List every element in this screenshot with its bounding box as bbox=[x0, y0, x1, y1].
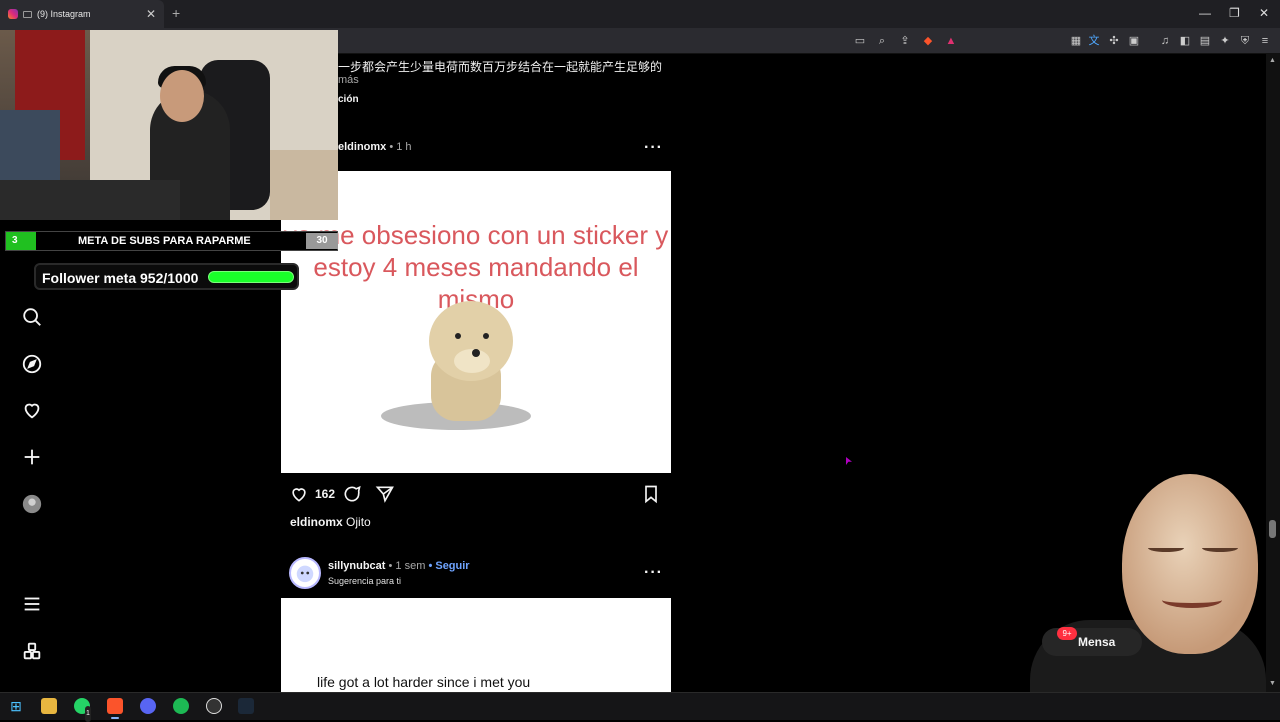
previous-post-caption: 一步都会产生少量电荷而数百万步结合在一起就能产生足够的 bbox=[338, 60, 663, 74]
follower-goal-progress-bar bbox=[208, 271, 294, 283]
post1-header: eldinomx • 1 h bbox=[338, 141, 412, 153]
post1-caption: eldinomx Ojito bbox=[290, 515, 371, 529]
search-icon[interactable] bbox=[20, 305, 44, 329]
discord-icon[interactable] bbox=[140, 698, 156, 714]
create-plus-icon[interactable] bbox=[20, 445, 44, 469]
zoom-icon[interactable]: ⌕ bbox=[874, 33, 890, 49]
browser-tab-bar bbox=[0, 0, 1280, 28]
dog-sticker-image bbox=[381, 301, 531, 430]
scroll-up-icon[interactable]: ▲ bbox=[1269, 57, 1276, 64]
extensions-icon[interactable]: ✣ bbox=[1106, 33, 1122, 49]
post2-avatar[interactable] bbox=[289, 557, 321, 589]
follow-button[interactable]: • Seguir bbox=[425, 560, 469, 572]
post2-header: sillynubcat • 1 sem • Seguir bbox=[328, 560, 470, 572]
messages-label: Mensa bbox=[1078, 635, 1116, 649]
obs-icon[interactable] bbox=[206, 698, 222, 714]
tab-instagram[interactable]: (9) Instagram ✕ bbox=[0, 0, 164, 28]
comment-icon[interactable] bbox=[342, 484, 362, 509]
extension-calendar-icon[interactable]: ▦ bbox=[1068, 33, 1084, 49]
file-explorer-icon[interactable] bbox=[41, 698, 57, 714]
explore-icon[interactable] bbox=[20, 352, 44, 376]
post1-caption-username[interactable]: eldinomx bbox=[290, 515, 343, 529]
scrollbar-thumb[interactable] bbox=[1269, 520, 1276, 538]
spotify-icon[interactable] bbox=[173, 698, 189, 714]
menu-icon[interactable]: ≡ bbox=[1257, 33, 1273, 49]
messages-badge: 9+ bbox=[1057, 627, 1077, 640]
post1-options-icon[interactable]: ··· bbox=[644, 139, 663, 157]
subs-goal-target: 30 bbox=[306, 233, 338, 249]
post2-username[interactable]: sillynubcat bbox=[328, 560, 385, 572]
brave-rewards-icon[interactable]: ▲ bbox=[943, 33, 959, 49]
media-icon[interactable]: ♫ bbox=[1157, 33, 1173, 49]
post2-image-text: life got a lot harder since i met you bbox=[317, 674, 531, 690]
new-tab-button[interactable]: + bbox=[172, 5, 180, 21]
profile-avatar[interactable] bbox=[20, 492, 44, 516]
share-paper-plane-icon[interactable] bbox=[375, 484, 395, 509]
tab-audio-icon[interactable] bbox=[23, 10, 32, 18]
subs-goal-bar: 3 META DE SUBS PARA RAPARME 30 bbox=[5, 231, 338, 251]
webcam-overlay bbox=[0, 30, 338, 220]
post1-image[interactable]: yo me obsesiono con un sticker y estoy 4… bbox=[281, 171, 671, 473]
translate-icon[interactable]: 文 bbox=[1086, 33, 1102, 49]
save-bookmark-icon[interactable] bbox=[641, 484, 661, 509]
whatsapp-icon[interactable]: 1 bbox=[74, 698, 91, 722]
share-icon[interactable]: ⇪ bbox=[897, 33, 913, 49]
leo-ai-icon[interactable]: ✦ bbox=[1217, 33, 1233, 49]
sidebar-icon[interactable]: ◧ bbox=[1177, 33, 1193, 49]
cast-icon[interactable]: ▭ bbox=[852, 33, 868, 49]
tab-title: (9) Instagram bbox=[37, 9, 91, 19]
reaction-face-overlay bbox=[1030, 470, 1266, 692]
follower-goal-label: Follower meta 952/1000 bbox=[42, 270, 199, 286]
tab-close-icon[interactable]: ✕ bbox=[146, 7, 156, 21]
post2-image[interactable]: life got a lot harder since i met you bbox=[281, 598, 671, 698]
screenshot-icon[interactable]: ▣ bbox=[1126, 33, 1142, 49]
post1-like-count[interactable]: 162 bbox=[315, 487, 335, 501]
close-window-button[interactable]: ✕ bbox=[1259, 6, 1269, 20]
vpn-icon[interactable]: ⛨ bbox=[1237, 33, 1253, 49]
follower-goal-widget: Follower meta 952/1000 bbox=[34, 263, 299, 290]
subs-goal-fill bbox=[6, 232, 36, 250]
page-scrollbar[interactable]: ▲ ▼ bbox=[1266, 54, 1280, 692]
like-heart-icon[interactable] bbox=[289, 484, 309, 509]
scroll-down-icon[interactable]: ▼ bbox=[1269, 680, 1276, 687]
windows-taskbar bbox=[0, 692, 1280, 720]
more-menu-icon[interactable] bbox=[20, 592, 44, 616]
steam-icon[interactable] bbox=[238, 698, 254, 714]
restore-button[interactable]: ❐ bbox=[1229, 6, 1240, 20]
post1-username[interactable]: eldinomx bbox=[338, 141, 386, 153]
minimize-button[interactable]: — bbox=[1199, 6, 1211, 20]
brave-browser-icon[interactable] bbox=[107, 698, 123, 719]
more-link[interactable]: más bbox=[338, 74, 359, 86]
post2-suggestion-label: Sugerencia para ti bbox=[328, 576, 402, 586]
windows-start-icon[interactable]: ⊞ bbox=[8, 698, 24, 714]
subs-goal-current: 3 bbox=[12, 235, 18, 246]
wallet-icon[interactable]: ▤ bbox=[1197, 33, 1213, 49]
post2-time: • 1 sem bbox=[385, 560, 426, 572]
subs-goal-label: META DE SUBS PARA RAPARME bbox=[78, 235, 251, 247]
post2-options-icon[interactable]: ··· bbox=[644, 564, 663, 582]
instagram-favicon-icon bbox=[8, 9, 18, 19]
post1-caption-text: Ojito bbox=[342, 515, 371, 529]
brave-shield-icon[interactable]: ◆ bbox=[920, 33, 936, 49]
notifications-heart-icon[interactable] bbox=[20, 398, 44, 422]
also-from-meta-icon[interactable] bbox=[20, 639, 44, 663]
translation-link[interactable]: ción bbox=[338, 94, 359, 105]
post1-time: • 1 h bbox=[386, 141, 412, 153]
